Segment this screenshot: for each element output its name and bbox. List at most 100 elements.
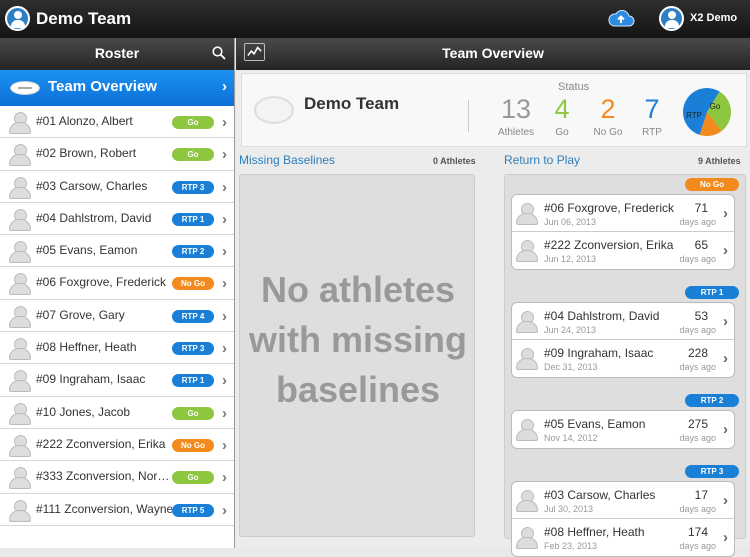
roster-row[interactable]: #08 Heffner, Heath RTP 3 › bbox=[0, 332, 234, 365]
cloud-upload-icon[interactable] bbox=[607, 8, 635, 28]
chevron-right-icon: › bbox=[222, 404, 227, 422]
athlete-name: #333 Zconversion, Nor… bbox=[36, 469, 170, 484]
days-count: 174 bbox=[687, 525, 708, 539]
athlete-name: #111 Zconversion, Wayne bbox=[36, 501, 172, 516]
chevron-right-icon: › bbox=[222, 469, 227, 487]
injury-date: Feb 23, 2013 bbox=[544, 541, 598, 551]
days-ago-label: days ago bbox=[679, 325, 716, 335]
roster-row[interactable]: #111 Zconversion, Wayne RTP 5 › bbox=[0, 494, 234, 526]
roster-row[interactable]: #04 Dahlstrom, David RTP 1 › bbox=[0, 203, 234, 236]
athlete-name: #09 Ingraham, Isaac bbox=[36, 372, 146, 387]
athlete-name: #07 Grove, Gary bbox=[36, 307, 125, 322]
days-ago-label: days ago bbox=[679, 433, 716, 443]
person-icon bbox=[9, 499, 31, 522]
rtp-athlete-row[interactable]: #06 Foxgrove, Frederick Jun 06, 2013 71 day… bbox=[512, 195, 734, 232]
pie-label: RTP bbox=[686, 111, 702, 120]
status-badge: No Go bbox=[172, 277, 214, 291]
chevron-right-icon: › bbox=[222, 146, 227, 164]
roster-row[interactable]: #333 Zconversion, Nor… Go › bbox=[0, 461, 234, 494]
page-title: Team Overview bbox=[442, 45, 544, 61]
team-overview-label: Team Overview bbox=[48, 78, 157, 95]
roster-row[interactable]: #05 Evans, Eamon RTP 2 › bbox=[0, 235, 234, 268]
roster-row[interactable]: #06 Foxgrove, Frederick No Go › bbox=[0, 267, 234, 300]
roster-row[interactable]: #09 Ingraham, Isaac RTP 1 › bbox=[0, 364, 234, 397]
athlete-name: #01 Alonzo, Albert bbox=[36, 114, 133, 128]
athlete-name: #05 Evans, Eamon bbox=[36, 243, 138, 258]
roster-row[interactable]: #222 Zconversion, Erika No Go › bbox=[0, 429, 234, 462]
days-count: 71 bbox=[694, 201, 708, 215]
days-ago-label: days ago bbox=[679, 362, 716, 372]
group-badge: RTP 1 bbox=[685, 286, 739, 299]
person-icon bbox=[9, 208, 31, 231]
search-icon[interactable] bbox=[212, 46, 226, 60]
roster-sidebar: Roster Team Overview › #01 Alonzo, Alber… bbox=[0, 38, 235, 548]
days-count: 275 bbox=[687, 417, 708, 431]
days-ago-label: days ago bbox=[679, 504, 716, 514]
days-count: 17 bbox=[694, 488, 708, 502]
main-header: Team Overview bbox=[236, 38, 750, 70]
rtp-group-card: #04 Dahlstrom, David Jun 24, 2013 53 days a… bbox=[511, 302, 735, 378]
person-icon bbox=[516, 419, 538, 441]
roster-row[interactable]: #07 Grove, Gary RTP 4 › bbox=[0, 300, 234, 333]
chevron-right-icon: › bbox=[723, 242, 728, 259]
person-icon bbox=[9, 338, 31, 361]
injury-date: Jul 30, 2013 bbox=[544, 504, 594, 514]
chevron-right-icon: › bbox=[723, 350, 728, 367]
return-to-play-title: Return to Play bbox=[504, 153, 581, 167]
group-badge: RTP 2 bbox=[685, 394, 739, 407]
days-ago-label: days ago bbox=[679, 217, 716, 227]
status-badge: RTP 1 bbox=[172, 212, 214, 226]
chevron-right-icon: › bbox=[222, 210, 227, 228]
stat-label: RTP bbox=[642, 127, 662, 138]
chevron-right-icon: › bbox=[222, 436, 227, 454]
stat-rtp: 7 RTP bbox=[624, 94, 680, 138]
roster-header: Roster bbox=[0, 38, 234, 70]
days-count: 53 bbox=[694, 309, 708, 323]
chevron-right-icon: › bbox=[222, 78, 227, 95]
athlete-name: #09 Ingraham, Isaac bbox=[544, 346, 654, 360]
person-icon bbox=[9, 305, 31, 328]
roster-title: Roster bbox=[94, 45, 140, 61]
chevron-right-icon: › bbox=[222, 372, 227, 390]
days-count: 65 bbox=[694, 238, 708, 252]
person-icon bbox=[9, 402, 31, 425]
person-icon bbox=[516, 527, 538, 549]
status-badge: Go bbox=[172, 148, 214, 162]
rtp-athlete-row[interactable]: #222 Zconversion, Erika Jun 12, 2013 65 day… bbox=[512, 232, 734, 269]
group-badge: No Go bbox=[685, 178, 739, 191]
divider bbox=[468, 100, 469, 132]
roster-row[interactable]: #02 Brown, Robert Go › bbox=[0, 138, 234, 171]
athlete-name: #04 Dahlstrom, David bbox=[544, 309, 660, 323]
chevron-right-icon: › bbox=[222, 243, 227, 261]
stat-value: 7 bbox=[644, 94, 660, 124]
return-to-play-panel: No Go #06 Foxgrove, Frederick Jun 06, 2013… bbox=[504, 174, 746, 557]
days-ago-label: days ago bbox=[679, 254, 716, 264]
roster-row[interactable]: #01 Alonzo, Albert Go › bbox=[0, 106, 234, 139]
rtp-athlete-row[interactable]: #08 Heffner, Heath Feb 23, 2013 174 days ag… bbox=[512, 519, 734, 556]
chevron-right-icon: › bbox=[723, 421, 728, 438]
roster-row[interactable]: #10 Jones, Jacob Go › bbox=[0, 397, 234, 429]
team-avatar-icon[interactable] bbox=[5, 6, 30, 31]
status-label: Status bbox=[558, 81, 590, 93]
chevron-right-icon: › bbox=[222, 307, 227, 325]
roster-row[interactable]: #03 Carsow, Charles RTP 3 › bbox=[0, 171, 234, 203]
rtp-athlete-row[interactable]: #09 Ingraham, Isaac Dec 31, 2013 228 days a… bbox=[512, 340, 734, 377]
user-avatar-icon[interactable] bbox=[659, 6, 684, 31]
athlete-name: #08 Heffner, Heath bbox=[36, 340, 137, 355]
user-name[interactable]: X2 Demo bbox=[690, 12, 737, 24]
person-icon bbox=[516, 490, 538, 512]
days-count: 228 bbox=[687, 346, 708, 360]
roster-list: #01 Alonzo, Albert Go › #02 Brown, Robert Go… bbox=[0, 106, 234, 526]
rtp-athlete-row[interactable]: #03 Carsow, Charles Jul 30, 2013 17 days ag… bbox=[512, 482, 734, 519]
summary-team-name: Demo Team bbox=[304, 94, 400, 113]
athlete-name: #03 Carsow, Charles bbox=[36, 178, 148, 193]
athlete-name: #02 Brown, Robert bbox=[36, 146, 137, 161]
status-badge: RTP 3 bbox=[172, 180, 214, 194]
football-icon bbox=[10, 81, 40, 95]
injury-date: Jun 06, 2013 bbox=[544, 217, 597, 227]
sidebar-item-team-overview[interactable]: Team Overview › bbox=[0, 70, 234, 106]
chevron-right-icon: › bbox=[222, 275, 227, 293]
injury-date: Dec 31, 2013 bbox=[544, 362, 598, 372]
rtp-athlete-row[interactable]: #04 Dahlstrom, David Jun 24, 2013 53 days a… bbox=[512, 303, 734, 340]
rtp-athlete-row[interactable]: #05 Evans, Eamon Nov 14, 2012 275 days ago › bbox=[512, 411, 734, 448]
